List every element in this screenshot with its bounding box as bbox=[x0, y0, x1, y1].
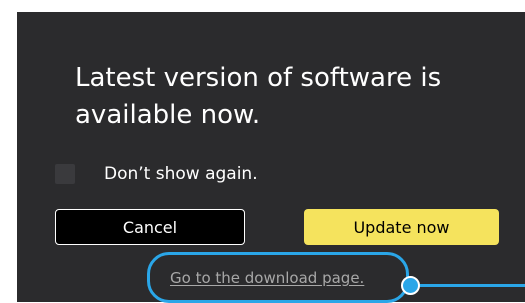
dont-show-again-option[interactable]: Don’t show again. bbox=[55, 162, 258, 186]
cancel-button[interactable]: Cancel bbox=[55, 209, 245, 245]
dont-show-again-label[interactable]: Don’t show again. bbox=[104, 164, 258, 184]
update-now-button[interactable]: Update now bbox=[304, 209, 499, 245]
update-dialog: Latest version of software is available … bbox=[17, 12, 525, 302]
download-page-link[interactable]: Go to the download page. bbox=[170, 269, 364, 287]
dont-show-again-checkbox[interactable] bbox=[55, 164, 75, 184]
update-message: Latest version of software is available … bbox=[75, 63, 442, 130]
